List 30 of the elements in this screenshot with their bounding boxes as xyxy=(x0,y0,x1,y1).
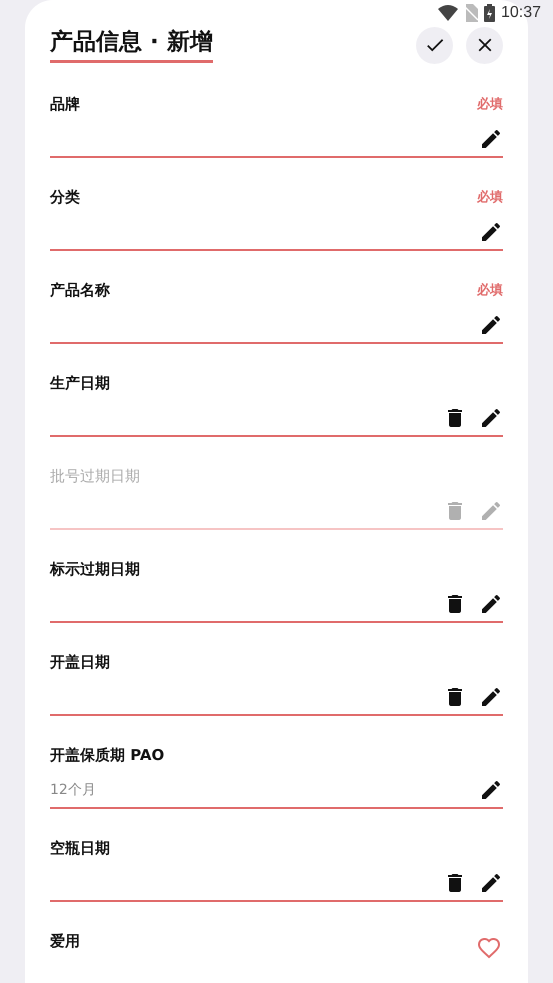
field-label: 生产日期 xyxy=(50,374,110,392)
heart-icon[interactable] xyxy=(477,936,501,960)
close-button[interactable] xyxy=(466,26,503,64)
confirm-button[interactable] xyxy=(416,26,453,64)
field-label: 开盖日期 xyxy=(50,652,110,672)
required-tag: 必填 xyxy=(477,188,503,206)
field-label: 品牌 xyxy=(50,94,80,114)
edit-icon[interactable] xyxy=(479,406,503,430)
field-label: 爱用 xyxy=(50,932,80,950)
edit-icon[interactable] xyxy=(479,778,503,802)
wifi-icon xyxy=(438,5,458,21)
field-label: 空瓶日期 xyxy=(50,838,110,858)
field-label: 标示过期日期 xyxy=(50,560,140,578)
required-tag: 必填 xyxy=(477,95,503,113)
edit-icon[interactable] xyxy=(479,685,503,709)
field-label: 开盖保质期 PAO xyxy=(50,746,164,764)
field-label: 产品名称 xyxy=(50,280,110,300)
field-label: 批号过期日期 xyxy=(50,466,140,486)
battery-charging-icon xyxy=(484,4,495,22)
edit-icon[interactable] xyxy=(479,592,503,616)
edit-icon[interactable] xyxy=(479,871,503,895)
edit-icon[interactable] xyxy=(479,313,503,337)
edit-icon[interactable] xyxy=(479,127,503,151)
required-tag: 必填 xyxy=(477,281,503,299)
field-value: 12个月 xyxy=(50,781,97,799)
input-field[interactable]: 12个月 xyxy=(50,773,503,809)
field-label: 分类 xyxy=(50,188,80,206)
status-time: 10:37 xyxy=(500,4,541,22)
page-title: 产品信息 · 新增 xyxy=(50,27,213,63)
edit-icon[interactable] xyxy=(479,220,503,244)
